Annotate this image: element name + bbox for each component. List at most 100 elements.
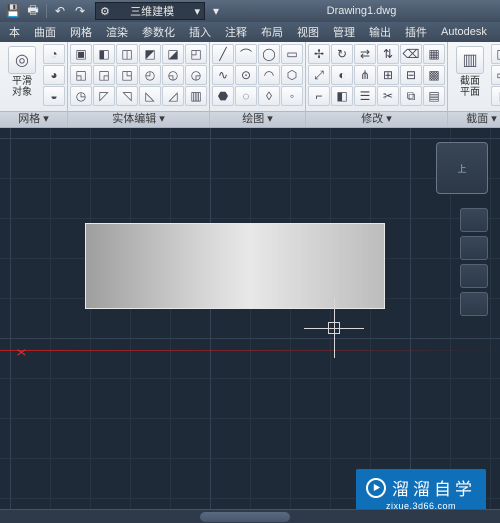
- menu-item[interactable]: 网格: [63, 24, 99, 40]
- scrollbar-thumb[interactable]: [200, 512, 290, 522]
- tool-icon[interactable]: ◴: [139, 65, 161, 85]
- horizontal-scrollbar[interactable]: [0, 509, 500, 523]
- quick-access-toolbar: 💾 🖶 ↶ ↷ ⚙ 三维建模 ▾ ▾ Drawing1.dwg: [0, 0, 500, 22]
- panel-title[interactable]: 修改 ▾: [306, 111, 447, 127]
- tool-icon[interactable]: ◦: [281, 86, 303, 106]
- undo-icon[interactable]: ↶: [51, 2, 69, 20]
- tool-icon[interactable]: ◊: [258, 86, 280, 106]
- tool-icon[interactable]: ◶: [185, 65, 207, 85]
- menu-item[interactable]: 渲染: [99, 24, 135, 40]
- menu-item[interactable]: 视图: [290, 24, 326, 40]
- menu-item[interactable]: 管理: [326, 24, 362, 40]
- tool-icon[interactable]: ⊙: [235, 65, 257, 85]
- menu-item[interactable]: 输出: [362, 24, 398, 40]
- tool-icon[interactable]: ◱: [70, 65, 92, 85]
- orbit-icon[interactable]: [460, 292, 488, 316]
- nav-wheel-icon[interactable]: [460, 208, 488, 232]
- tool-icon[interactable]: ◌: [235, 86, 257, 106]
- tool-icon[interactable]: ⊞: [377, 65, 399, 85]
- mirror-icon[interactable]: ◐: [331, 65, 353, 85]
- smooth-icon: ◎: [8, 46, 36, 74]
- tool-icon[interactable]: ◠: [258, 65, 280, 85]
- viewcube[interactable]: 上: [436, 142, 488, 194]
- print-icon[interactable]: 🖶: [24, 2, 42, 20]
- ribbon: ◎ 平滑 对象 ◔ ◕ ◒ 网格 ▾ ▣ ◧ ◫ ◩ ◪ ◰ ◱ ◲ ◳: [0, 42, 500, 128]
- tool-icon[interactable]: ◸: [93, 86, 115, 106]
- rectangle-icon[interactable]: ▭: [281, 44, 303, 64]
- tool-icon[interactable]: ◕: [43, 65, 65, 85]
- workspace-label: 三维建模: [130, 3, 174, 19]
- tool-icon[interactable]: ◵: [162, 65, 184, 85]
- arc-icon[interactable]: ⌒: [235, 44, 257, 64]
- move-icon[interactable]: ✢: [308, 44, 330, 64]
- tool-icon[interactable]: ◿: [162, 86, 184, 106]
- tool-icon[interactable]: ◫: [116, 44, 138, 64]
- trim-icon[interactable]: ✂: [377, 86, 399, 106]
- menu-item[interactable]: 本: [2, 24, 27, 40]
- tool-icon[interactable]: ◧: [93, 44, 115, 64]
- chevron-down-icon[interactable]: ▾: [207, 2, 225, 20]
- erase-icon[interactable]: ⌫: [400, 44, 422, 64]
- menu-item[interactable]: 曲面: [27, 24, 63, 40]
- tool-icon[interactable]: ☰: [354, 86, 376, 106]
- tool-icon[interactable]: ⤢: [308, 65, 330, 85]
- menu-item[interactable]: Autodesk: [434, 26, 494, 38]
- panel-title[interactable]: 绘图 ▾: [210, 111, 305, 127]
- tool-icon[interactable]: ⇄: [354, 44, 376, 64]
- tool-icon[interactable]: ◳: [116, 65, 138, 85]
- rotate-icon[interactable]: ↻: [331, 44, 353, 64]
- solid-box-object[interactable]: [85, 223, 385, 309]
- menu-item[interactable]: 参数化: [135, 24, 182, 40]
- document-title: Drawing1.dwg: [227, 5, 496, 17]
- menu-item[interactable]: 插入: [182, 24, 218, 40]
- tool-icon[interactable]: ⋔: [354, 65, 376, 85]
- pan-icon[interactable]: [460, 236, 488, 260]
- zoom-icon[interactable]: [460, 264, 488, 288]
- section-plane-button[interactable]: ▥ 截面 平面: [450, 44, 490, 100]
- tool-icon[interactable]: ◔: [43, 44, 65, 64]
- tool-icon[interactable]: ◹: [116, 86, 138, 106]
- menu-item[interactable]: 布局: [254, 24, 290, 40]
- redo-icon[interactable]: ↷: [71, 2, 89, 20]
- tool-icon[interactable]: ◰: [185, 44, 207, 64]
- watermark-text: 溜溜自学: [392, 475, 476, 500]
- tool-icon[interactable]: ◪: [162, 44, 184, 64]
- play-icon: [366, 478, 386, 498]
- tool-icon[interactable]: ▯: [491, 86, 500, 106]
- tool-icon[interactable]: ▭: [491, 65, 500, 85]
- tool-icon[interactable]: ▣: [70, 44, 92, 64]
- workspace-selector[interactable]: ⚙ 三维建模 ▾: [95, 2, 205, 20]
- smooth-object-button[interactable]: ◎ 平滑 对象: [2, 44, 42, 100]
- save-icon[interactable]: 💾: [4, 2, 22, 20]
- tool-icon[interactable]: ⇅: [377, 44, 399, 64]
- tool-icon[interactable]: ◒: [43, 86, 65, 106]
- tool-icon[interactable]: ◩: [139, 44, 161, 64]
- tool-icon[interactable]: ⌐: [308, 86, 330, 106]
- tool-icon[interactable]: ◺: [139, 86, 161, 106]
- polygon-icon[interactable]: ⬡: [281, 65, 303, 85]
- line-icon[interactable]: ╱: [212, 44, 234, 64]
- tool-icon[interactable]: ◫: [491, 44, 500, 64]
- tool-icon[interactable]: ◧: [331, 86, 353, 106]
- panel-title[interactable]: 实体编辑 ▾: [68, 111, 209, 127]
- tool-icon[interactable]: ⊟: [400, 65, 422, 85]
- copy-icon[interactable]: ⧉: [400, 86, 422, 106]
- tool-icon[interactable]: ▥: [185, 86, 207, 106]
- panel-title[interactable]: 网格 ▾: [0, 111, 67, 127]
- panel-title[interactable]: 截面 ▾: [448, 111, 500, 127]
- tool-icon[interactable]: ▦: [423, 44, 445, 64]
- menu-item[interactable]: 注释: [218, 24, 254, 40]
- circle-icon[interactable]: ◯: [258, 44, 280, 64]
- menu-item[interactable]: 插件: [398, 24, 434, 40]
- tool-icon[interactable]: ∿: [212, 65, 234, 85]
- ribbon-panel-solidedit: ▣ ◧ ◫ ◩ ◪ ◰ ◱ ◲ ◳ ◴ ◵ ◶ ◷ ◸ ◹ ◺ ◿ ▥ 实体编辑…: [68, 42, 210, 127]
- tool-icon[interactable]: ◷: [70, 86, 92, 106]
- x-axis: [0, 350, 500, 351]
- tool-icon[interactable]: ◲: [93, 65, 115, 85]
- tool-icon[interactable]: ▤: [423, 86, 445, 106]
- tool-icon[interactable]: ⬣: [212, 86, 234, 106]
- tool-icon[interactable]: ▩: [423, 65, 445, 85]
- button-label: 截面 平面: [460, 76, 480, 98]
- ribbon-panel-section: ▥ 截面 平面 ◫ ▭ ▯ 截面 ▾: [448, 42, 500, 127]
- drawing-area[interactable]: × 上 溜溜自学 zixue.3d66.com: [0, 128, 500, 523]
